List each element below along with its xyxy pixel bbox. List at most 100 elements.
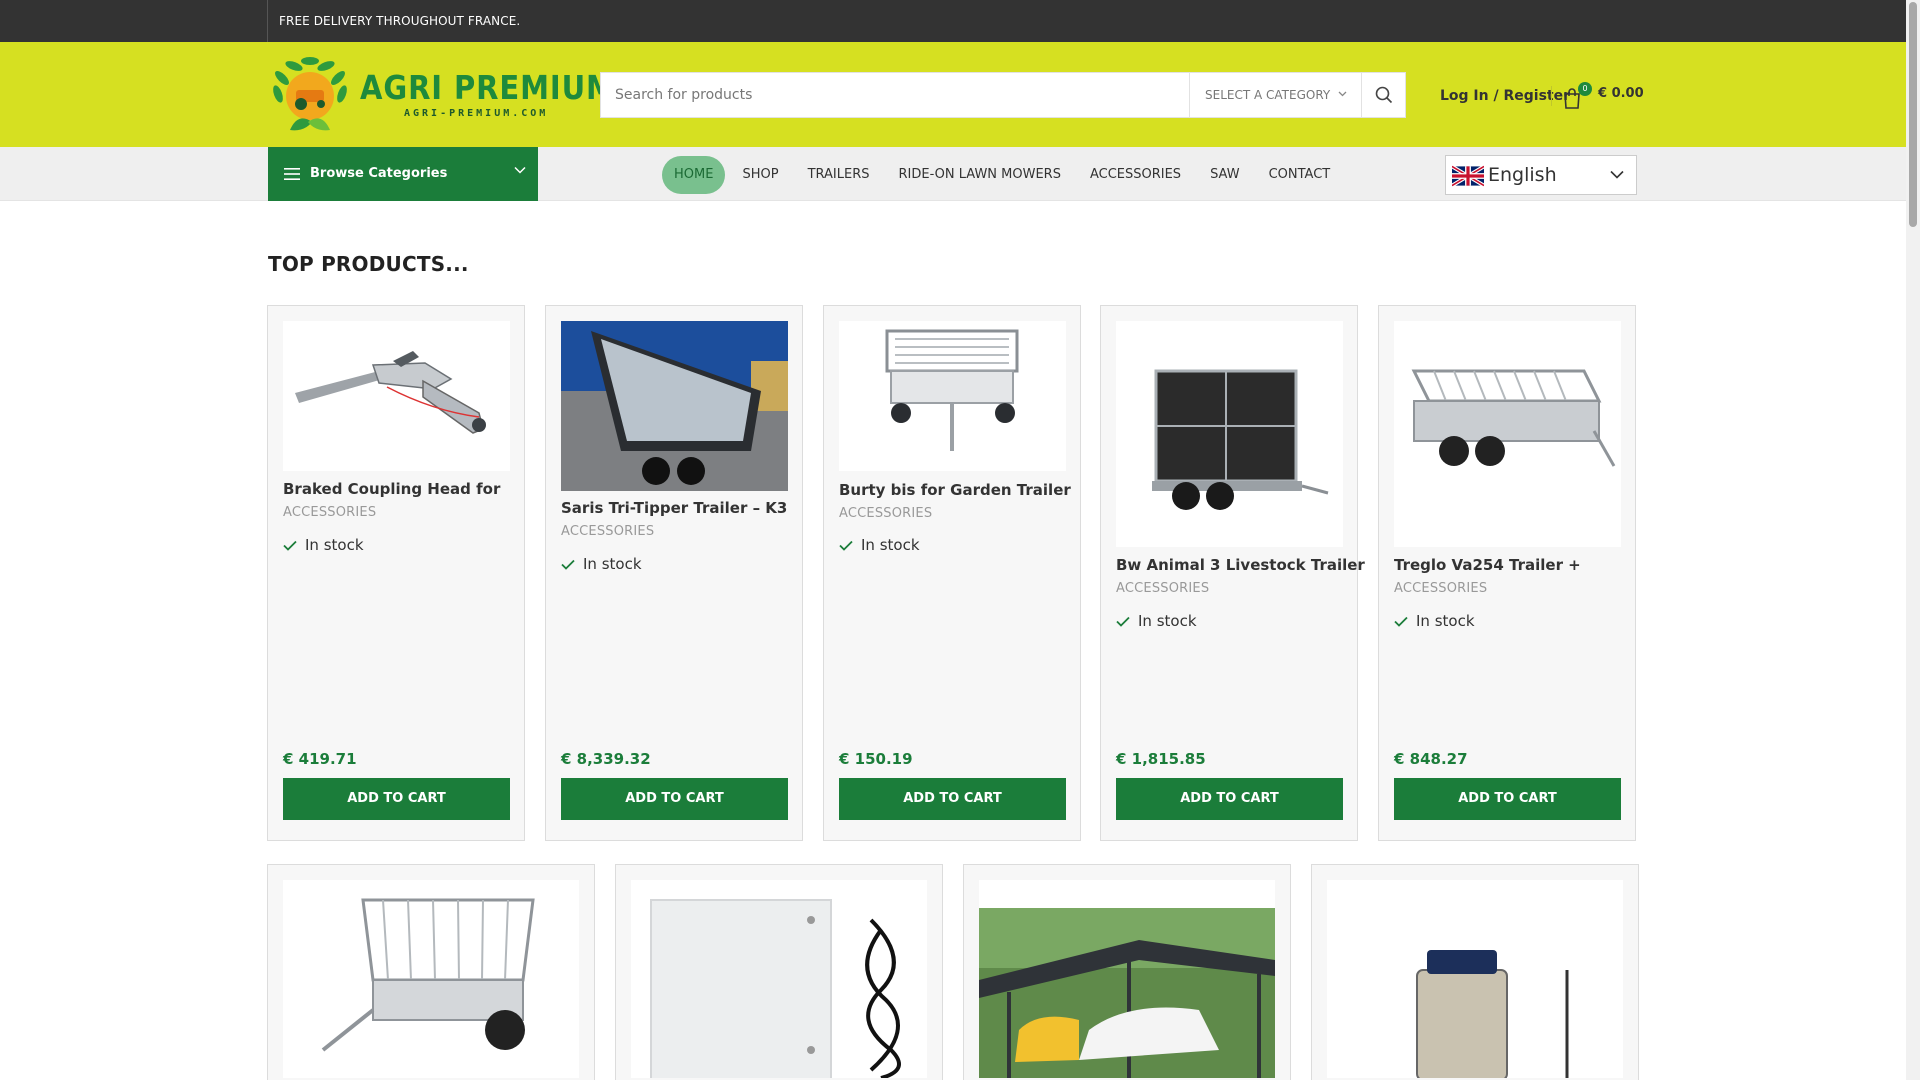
product-image[interactable] [839, 321, 1066, 471]
browse-categories-label: Browse Categories [310, 166, 448, 181]
product-name[interactable]: Bw Animal 3 Livestock Trailer [1116, 556, 1365, 574]
product-card[interactable] [267, 864, 595, 1080]
product-price: € 8,339.32 [561, 750, 651, 768]
product-image[interactable] [283, 880, 579, 1078]
product-price: € 848.27 [1394, 750, 1468, 768]
nav-item-ride-on-lawn-mowers[interactable]: RIDE-ON LAWN MOWERS [886, 156, 1072, 194]
stock-status: In stock [283, 536, 364, 554]
product-image[interactable] [631, 880, 927, 1078]
search-icon [1375, 86, 1393, 104]
add-to-cart-button[interactable]: ADD TO CART [839, 778, 1066, 820]
stock-label: In stock [583, 555, 642, 573]
search-input[interactable] [601, 73, 1189, 117]
browse-categories-button[interactable]: Browse Categories [268, 147, 538, 201]
stock-label: In stock [861, 536, 920, 554]
product-price: € 1,815.85 [1116, 750, 1206, 768]
pump-image [1416, 950, 1569, 1078]
site-header: AGRI PREMIUM AGRI-PREMIUM.COM SELECT A C… [0, 42, 1920, 147]
product-image[interactable] [1327, 880, 1623, 1078]
cart-total: € 0.00 [1598, 86, 1644, 101]
product-card[interactable]: Saris Tri-Tipper Trailer – K3 ACCESSORIE… [545, 305, 803, 841]
logo-title: AGRI PREMIUM [360, 68, 616, 107]
product-price: € 150.19 [839, 750, 913, 768]
stock-label: In stock [1138, 612, 1197, 630]
nav-item-home[interactable]: HOME [662, 156, 726, 194]
mesh-trailer-image [321, 898, 535, 1052]
language-selector[interactable]: English [1445, 155, 1637, 195]
promo-text: FREE DELIVERY THROUGHOUT FRANCE. [279, 14, 521, 28]
product-image[interactable] [1394, 321, 1621, 547]
nav-item-accessories[interactable]: ACCESSORIES [1078, 156, 1193, 194]
add-to-cart-button[interactable]: ADD TO CART [283, 778, 510, 820]
stock-status: In stock [1116, 612, 1197, 630]
add-to-cart-button[interactable]: ADD TO CART [561, 778, 788, 820]
scrollbar-thumb[interactable] [1909, 2, 1917, 227]
product-category[interactable]: ACCESSORIES [1116, 581, 1209, 596]
category-select[interactable]: SELECT A CATEGORY [1189, 73, 1361, 117]
product-name[interactable]: Saris Tri-Tipper Trailer – K3 [561, 499, 787, 517]
product-image[interactable] [561, 321, 788, 491]
livestock-trailer-image [1152, 369, 1329, 510]
nav-item-trailers[interactable]: TRAILERS [796, 156, 882, 194]
tarp-and-rope-image [650, 899, 901, 1078]
add-to-cart-button[interactable]: ADD TO CART [1116, 778, 1343, 820]
product-image[interactable] [979, 880, 1275, 1078]
product-card[interactable] [615, 864, 943, 1080]
chevron-down-icon [1338, 73, 1347, 117]
uk-flag-icon [1452, 164, 1484, 188]
product-category[interactable]: ACCESSORIES [283, 505, 376, 520]
check-icon [561, 559, 575, 570]
product-card[interactable]: Braked Coupling Head for ACCESSORIES In … [267, 305, 525, 841]
stock-status: In stock [561, 555, 642, 573]
cart-button[interactable]: 0 € 0.00 [1562, 82, 1644, 110]
product-category[interactable]: ACCESSORIES [561, 524, 654, 539]
site-logo[interactable]: AGRI PREMIUM AGRI-PREMIUM.COM [268, 52, 615, 136]
chevron-down-icon [514, 166, 526, 174]
stock-label: In stock [1416, 612, 1475, 630]
carport-image [979, 908, 1275, 1078]
section-title: TOP PRODUCTS... [268, 252, 469, 276]
product-category[interactable]: ACCESSORIES [1394, 581, 1487, 596]
hamburger-icon [284, 168, 300, 180]
product-image[interactable] [1116, 321, 1343, 547]
main-navigation: Browse Categories HOME SHOP TRAILERS RID… [0, 147, 1906, 201]
logo-subtitle: AGRI-PREMIUM.COM [404, 108, 549, 119]
top-bar-divider [267, 0, 268, 42]
language-label: English [1488, 164, 1557, 186]
tipper-trailer-image [561, 321, 788, 491]
stock-status: In stock [839, 536, 920, 554]
check-icon [1116, 616, 1130, 627]
product-card[interactable] [963, 864, 1291, 1080]
add-to-cart-button[interactable]: ADD TO CART [1394, 778, 1621, 820]
product-card[interactable] [1311, 864, 1639, 1080]
coupling-head-image [295, 351, 486, 434]
product-card[interactable]: Burty bis for Garden Trailer ACCESSORIES… [823, 305, 1081, 841]
product-image[interactable] [283, 321, 510, 471]
product-card[interactable]: Bw Animal 3 Livestock Trailer ACCESSORIE… [1100, 305, 1365, 841]
product-category[interactable]: ACCESSORIES [839, 506, 932, 521]
menu-bar: HOME SHOP TRAILERS RIDE-ON LAWN MOWERS A… [662, 155, 1347, 195]
garden-trailer-image [885, 329, 1019, 451]
cart-count-badge: 0 [1578, 82, 1592, 96]
search-bar: SELECT A CATEGORY [600, 72, 1406, 118]
product-name[interactable]: Treglo Va254 Trailer + [1394, 556, 1581, 574]
product-name[interactable]: Braked Coupling Head for [283, 480, 500, 498]
stock-status: In stock [1394, 612, 1475, 630]
nav-item-shop[interactable]: SHOP [730, 156, 790, 194]
header-separator [1551, 86, 1552, 106]
check-icon [1394, 616, 1408, 627]
logo-emblem-icon [273, 57, 347, 131]
product-card[interactable]: Treglo Va254 Trailer + ACCESSORIES In st… [1378, 305, 1636, 841]
category-select-label: SELECT A CATEGORY [1205, 88, 1331, 102]
search-button[interactable] [1361, 73, 1406, 117]
stock-label: In stock [305, 536, 364, 554]
nav-item-saw[interactable]: SAW [1198, 156, 1252, 194]
product-name[interactable]: Burty bis for Garden Trailer [839, 481, 1071, 499]
check-icon [283, 540, 297, 551]
chevron-down-icon [1610, 170, 1624, 179]
check-icon [839, 540, 853, 551]
top-bar: FREE DELIVERY THROUGHOUT FRANCE. [0, 0, 1920, 42]
page-scrollbar[interactable] [1906, 0, 1920, 1080]
nav-item-contact[interactable]: CONTACT [1257, 156, 1343, 194]
cage-trailer-image [1411, 369, 1616, 467]
